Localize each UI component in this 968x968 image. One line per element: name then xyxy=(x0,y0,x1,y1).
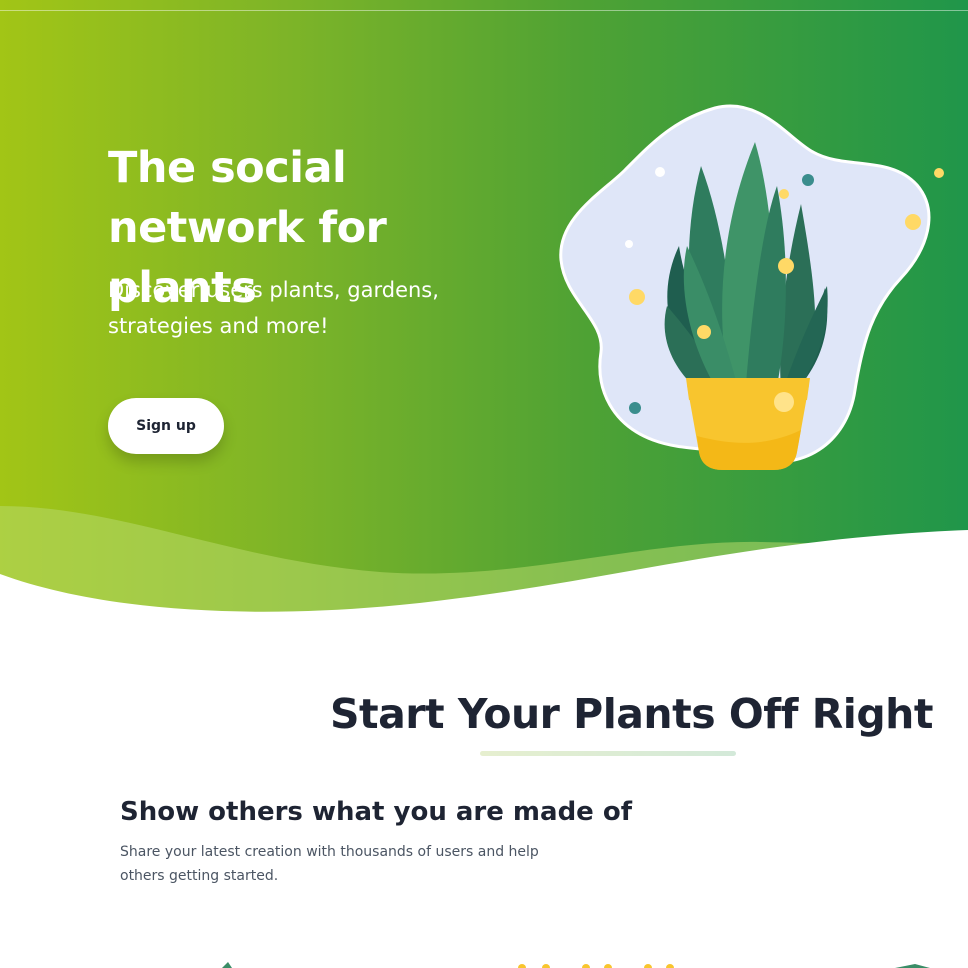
dot xyxy=(802,174,814,186)
hero-section: The social network for plants Discover u… xyxy=(0,0,968,630)
dot xyxy=(629,289,645,305)
dot xyxy=(644,964,652,968)
leaf-peek-right xyxy=(895,964,930,968)
section-title-underline xyxy=(480,751,736,756)
dot xyxy=(779,189,789,199)
dot xyxy=(542,964,550,968)
next-illustration-peek xyxy=(222,962,930,968)
dot xyxy=(905,214,921,230)
dot xyxy=(778,258,794,274)
feature-title: Show others what you are made of xyxy=(120,797,633,827)
dot xyxy=(582,964,590,968)
dot xyxy=(629,402,641,414)
dot xyxy=(625,240,633,248)
landing-page: The social network for plants Discover u… xyxy=(0,0,968,968)
signup-button[interactable]: Sign up xyxy=(108,398,224,454)
dot xyxy=(518,964,526,968)
dot xyxy=(934,168,944,178)
pot-highlight xyxy=(774,392,794,412)
section-title: Start Your Plants Off Right xyxy=(330,690,933,738)
feature-description: Share your latest creation with thousand… xyxy=(120,844,539,884)
potted-plant-illustration xyxy=(559,104,944,470)
header-divider xyxy=(0,10,968,11)
leaf-peek-left xyxy=(222,962,232,968)
hero-wave-divider xyxy=(0,506,968,630)
dot xyxy=(604,964,612,968)
dot xyxy=(666,964,674,968)
hero-subtitle: Discover users plants, gardens, strategi… xyxy=(108,278,439,338)
dot xyxy=(655,167,665,177)
dot xyxy=(697,325,711,339)
